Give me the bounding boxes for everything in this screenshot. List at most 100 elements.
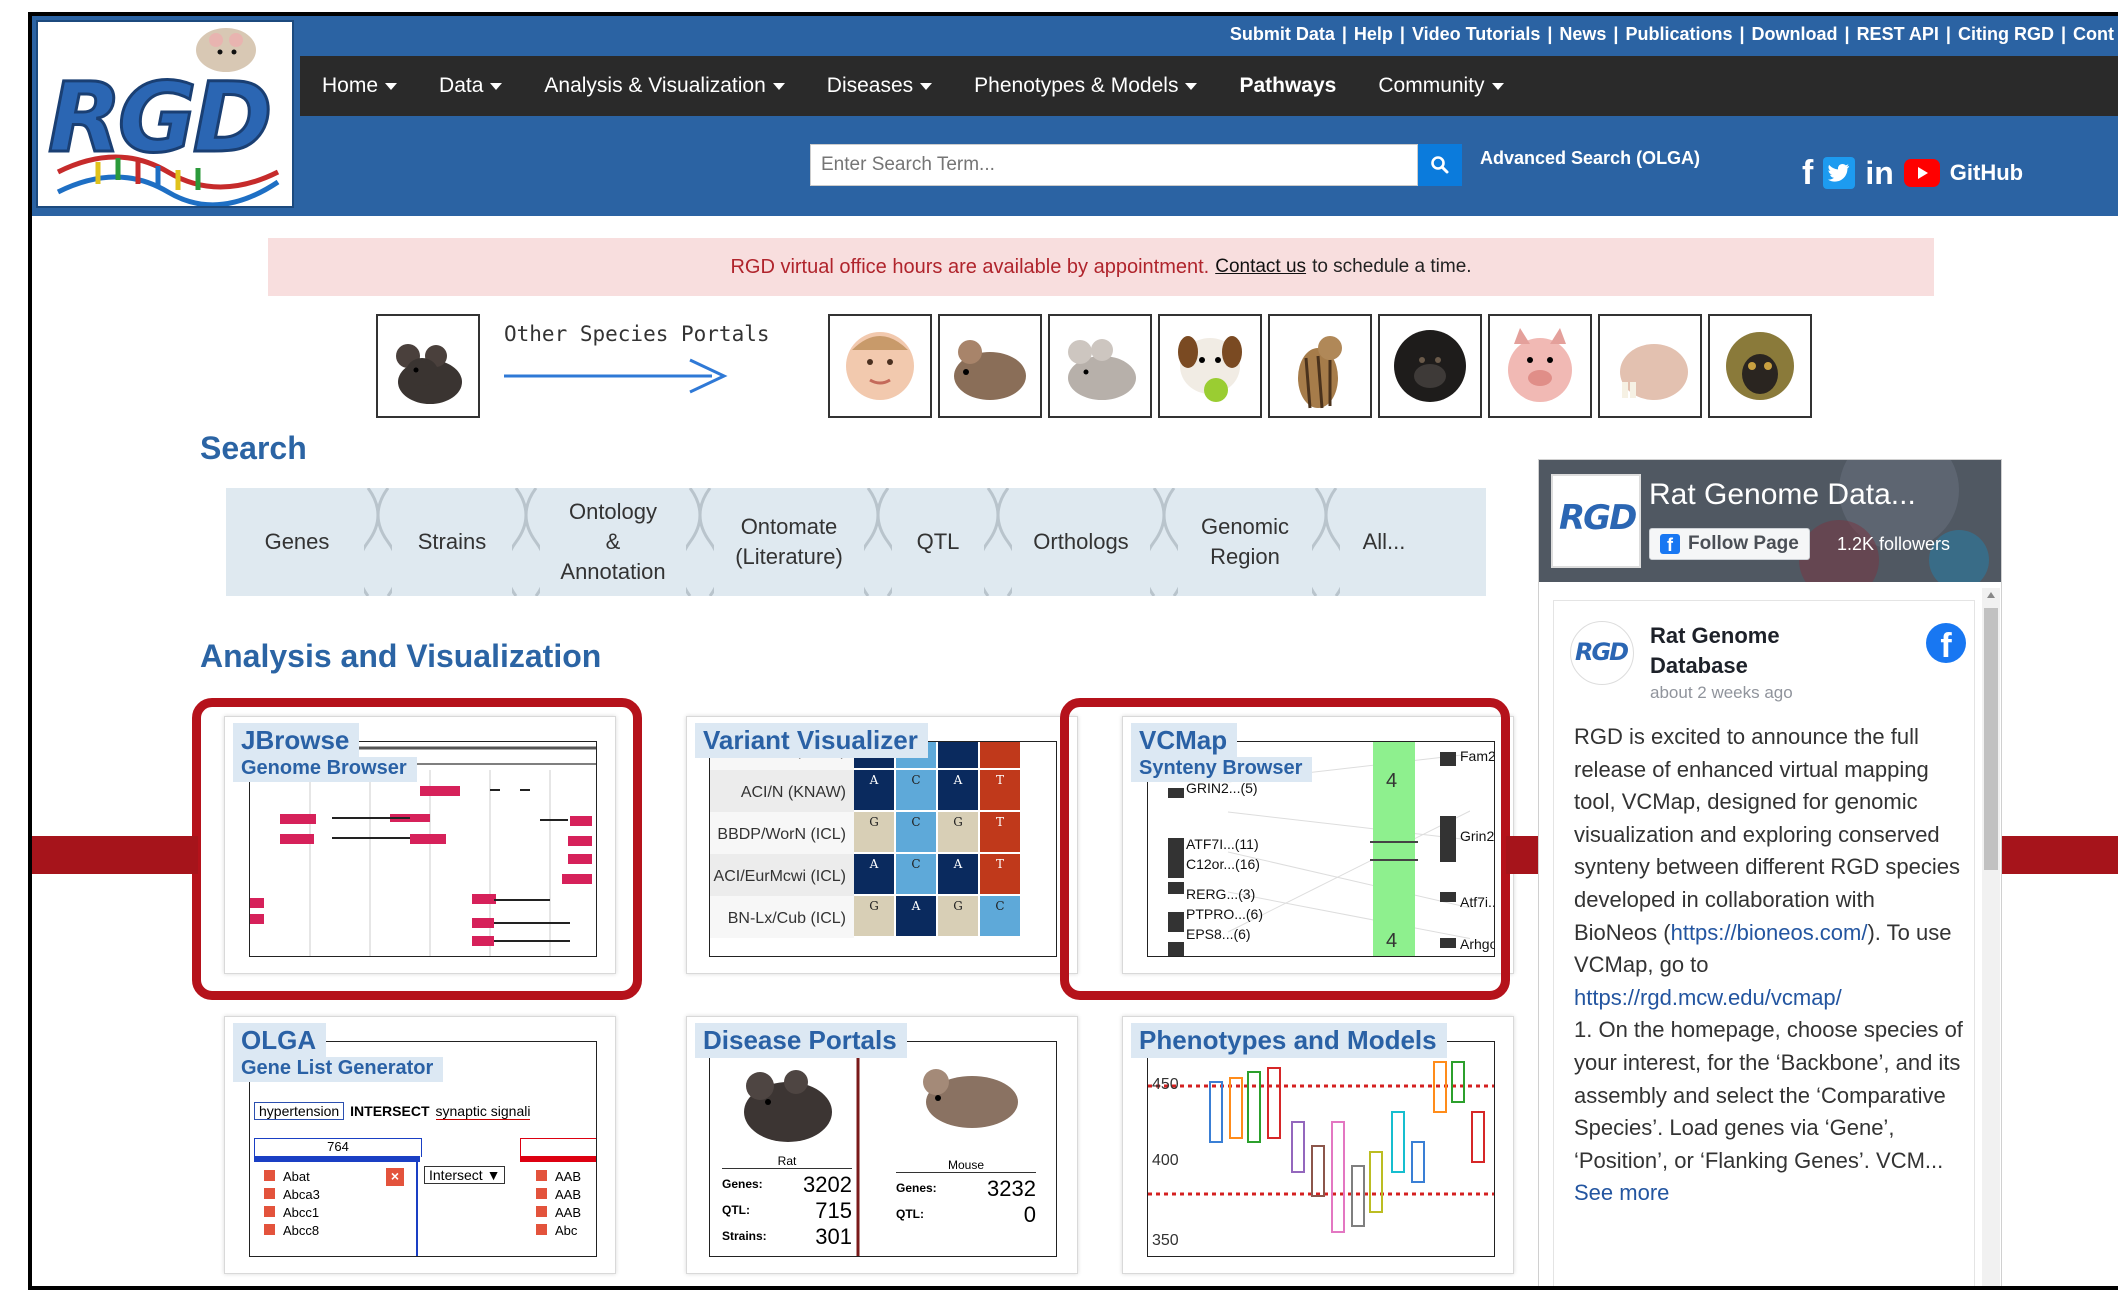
top-link-submit-data[interactable]: Submit Data: [1230, 24, 1335, 45]
advanced-search-link[interactable]: Advanced Search (OLGA): [1480, 148, 1700, 169]
search-genes[interactable]: Genes: [244, 527, 350, 557]
banner-after-text: to schedule a time.: [1312, 256, 1472, 277]
facebook-page-name[interactable]: Rat Genome Data...: [1649, 478, 1916, 512]
top-link-video-tutorials[interactable]: Video Tutorials: [1412, 24, 1540, 45]
search-input[interactable]: [810, 144, 1418, 186]
nav-analysis-visualization[interactable]: Analysis & Visualization: [544, 74, 785, 98]
olga-operation-select[interactable]: Intersect ▼: [424, 1166, 506, 1184]
post-author-name[interactable]: Rat Genome Database: [1650, 621, 1780, 681]
dna-divider-icon: [364, 488, 392, 596]
base-label: A: [869, 773, 879, 787]
nav-pathways[interactable]: Pathways: [1239, 74, 1336, 98]
search-category-strip: Genes Strains Ontology & Annotation Ontoma…: [226, 488, 1486, 596]
vcmap-gene-label: ATF7I...(11): [1186, 836, 1259, 852]
bioneos-link[interactable]: https://bioneos.com/: [1671, 920, 1868, 945]
strain-label: ACI/N (KNAW): [741, 784, 846, 801]
bonobo-icon: [1394, 330, 1466, 402]
search-button[interactable]: [1418, 144, 1462, 186]
rgd-logo[interactable]: RGD: [36, 20, 294, 208]
top-link-download[interactable]: Download: [1752, 24, 1838, 45]
base-label: T: [996, 815, 1004, 829]
linkedin-icon[interactable]: in: [1865, 157, 1893, 189]
facebook-scrollbar[interactable]: [1982, 588, 2000, 1286]
search-heading: Search: [200, 430, 307, 466]
card-phenotypes-models[interactable]: Phenotypes and Models 450 400 350: [1122, 1016, 1514, 1274]
species-tile-bonobo[interactable]: [1378, 314, 1482, 418]
card-olga[interactable]: OLGA Gene List Generator hypertension IN…: [224, 1016, 616, 1274]
github-link[interactable]: GitHub: [1950, 160, 2023, 186]
post-author-avatar[interactable]: RGD: [1570, 621, 1634, 685]
top-link-contact[interactable]: Cont: [2073, 24, 2114, 45]
facebook-icon[interactable]: f: [1802, 156, 1813, 190]
nav-diseases[interactable]: Diseases: [827, 74, 933, 98]
search-all[interactable]: All...: [1354, 527, 1414, 557]
disease-preview: Rat Genes: 3202 QTL: 715 Strains: 301 Mouse…: [709, 1041, 1057, 1257]
search-strains[interactable]: Strains: [406, 527, 498, 557]
base-label: A: [953, 773, 963, 787]
nav-home[interactable]: Home: [322, 74, 398, 98]
card-subtitle: Genome Browser: [233, 757, 417, 782]
base-label: C: [911, 815, 920, 829]
facebook-page-avatar[interactable]: RGD: [1551, 474, 1641, 568]
post-timestamp[interactable]: about 2 weeks ago: [1650, 683, 1793, 703]
variant-grid: ACI/EurMcwi (MCW)ACATACI/N (KNAW)ACATBBD…: [710, 742, 1020, 938]
youtube-icon[interactable]: [1903, 159, 1940, 187]
search-qtl[interactable]: QTL: [906, 527, 970, 557]
caret-down-icon: [772, 82, 785, 90]
base-cell: [980, 742, 1020, 768]
y-tick-label: 450: [1152, 1076, 1179, 1093]
scroll-up-icon[interactable]: [1987, 592, 1995, 598]
species-tile-naked-mole-rat[interactable]: [1598, 314, 1702, 418]
card-title: OLGA: [233, 1023, 327, 1058]
base-cell: [938, 742, 978, 768]
top-link-publications[interactable]: Publications: [1625, 24, 1732, 45]
facebook-logo-icon[interactable]: f: [1926, 623, 1966, 663]
vcmap-link[interactable]: https://rgd.mcw.edu/vcmap/: [1574, 985, 1842, 1010]
species-tile-pig[interactable]: [1488, 314, 1592, 418]
card-vcmap[interactable]: VCMap Synteny Browser GRIN2...(5) ATF7I.…: [1122, 716, 1514, 974]
card-title: JBrowse: [233, 723, 360, 758]
search-orthologs[interactable]: Orthologs: [1026, 527, 1136, 557]
vcmap-gene-label: PTPRO...(6): [1186, 906, 1264, 922]
card-jbrowse[interactable]: JBrowse Genome Browser: [224, 716, 616, 974]
mouse-qtl-count: 0: [1023, 1202, 1036, 1227]
nav-data[interactable]: Data: [439, 74, 503, 98]
search-ontology-annotation[interactable]: Ontology & Annotation: [554, 497, 672, 587]
search-genomic-region[interactable]: Genomic Region: [1192, 512, 1298, 572]
nav-community[interactable]: Community: [1378, 74, 1504, 98]
follow-page-button[interactable]: f Follow Page: [1649, 528, 1810, 560]
remove-icon[interactable]: ×: [386, 1168, 404, 1186]
top-link-news[interactable]: News: [1559, 24, 1606, 45]
olga-result-count: 764: [254, 1138, 422, 1157]
arrow-right-icon: [504, 358, 728, 394]
browser-viewport: RGD Submit Data | Help | Video Tutorials | …: [28, 12, 2118, 1290]
facebook-widget: RGD Rat Genome Data... f Follow Page 1.2…: [1538, 459, 2002, 1286]
scrollbar-thumb[interactable]: [1984, 608, 1998, 870]
species-tile-chinchilla[interactable]: [1048, 314, 1152, 418]
nav-phenotypes-models[interactable]: Phenotypes & Models: [974, 74, 1198, 98]
species-tile-mouse[interactable]: [376, 314, 480, 418]
social-links: f in GitHub: [1802, 156, 2023, 190]
base-label: G: [869, 899, 879, 913]
species-tile-dog[interactable]: [1158, 314, 1262, 418]
facebook-cover: RGD Rat Genome Data... f Follow Page 1.2…: [1539, 460, 2001, 582]
top-link-rest-api[interactable]: REST API: [1857, 24, 1939, 45]
top-link-help[interactable]: Help: [1354, 24, 1393, 45]
y-tick-label: 350: [1152, 1232, 1179, 1249]
base-label: A: [953, 857, 963, 871]
card-variant-visualizer[interactable]: Variant Visualizer ACI/EurMcwi (MCW)ACAT…: [686, 716, 1078, 974]
top-link-citing-rgd[interactable]: Citing RGD: [1958, 24, 2054, 45]
card-disease-portals[interactable]: Disease Portals Rat Genes: 3202 QTL: 715 S…: [686, 1016, 1078, 1274]
search-ontomate[interactable]: Ontomate (Literature): [728, 512, 850, 572]
species-tile-mouse-2[interactable]: [938, 314, 1042, 418]
twitter-icon[interactable]: [1823, 157, 1856, 189]
see-more-link[interactable]: See more: [1574, 1180, 1669, 1205]
green-monkey-icon: [1726, 332, 1794, 400]
species-tile-green-monkey[interactable]: [1708, 314, 1812, 418]
mouse-gene-count: 3232: [987, 1176, 1036, 1201]
contact-us-link[interactable]: Contact us: [1215, 256, 1306, 278]
base-label: C: [911, 773, 920, 787]
species-tile-human[interactable]: [828, 314, 932, 418]
strain-label: BBDP/WorN (ICL): [717, 826, 846, 843]
species-tile-squirrel[interactable]: [1268, 314, 1372, 418]
